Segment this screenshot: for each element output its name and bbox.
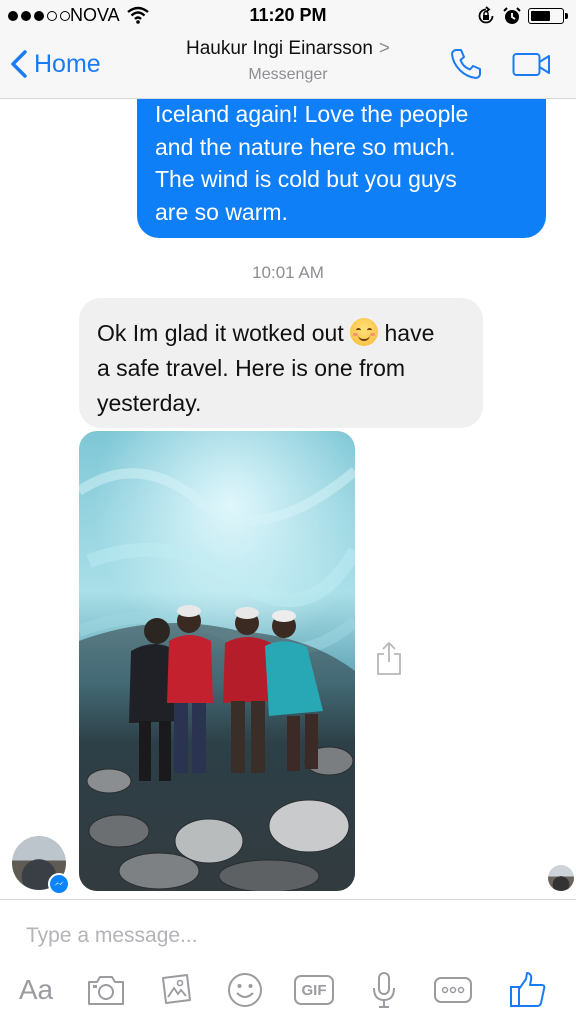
video-call-icon[interactable] (512, 52, 552, 83)
message-line: The wind is cold but you guys (155, 166, 457, 192)
chevron-left-icon (11, 50, 27, 78)
alarm-icon (502, 6, 522, 31)
read-receipt-avatar (548, 865, 574, 891)
camera-icon[interactable] (84, 967, 128, 1013)
messenger-badge-icon (48, 873, 70, 895)
message-text: Ok Im glad it wotked out (97, 320, 351, 346)
incoming-message-bubble[interactable]: Ok Im glad it wotked out have a safe tra… (79, 298, 483, 428)
gif-label: GIF (294, 975, 334, 1005)
battery-icon (528, 8, 568, 24)
photo-attachment[interactable] (79, 431, 355, 891)
share-icon[interactable] (374, 640, 404, 681)
aa-icon[interactable]: Aa (14, 967, 58, 1013)
gif-icon[interactable]: GIF (292, 967, 336, 1013)
message-line: yesterday. (97, 390, 202, 416)
more-icon[interactable] (432, 967, 474, 1013)
message-line: Iceland again! Love the people (155, 101, 469, 127)
thumbs-up-icon[interactable] (506, 967, 550, 1013)
gallery-icon[interactable] (156, 967, 196, 1013)
message-input[interactable] (26, 920, 546, 952)
message-composer: Aa GIF (0, 899, 576, 1025)
status-bar: NOVA 11:20 PM (0, 0, 576, 32)
conversation-title[interactable]: Haukur Ingi Einarsson > Messenger (150, 38, 426, 84)
message-line: are so warm. (155, 198, 288, 225)
phone-call-icon[interactable] (448, 46, 484, 87)
emoji-icon[interactable] (224, 967, 266, 1013)
message-line: and the nature here so much. (155, 133, 456, 160)
back-label: Home (34, 49, 101, 78)
conversation-subtitle: Messenger (248, 66, 328, 83)
smiling-face-emoji-icon (350, 318, 379, 346)
chevron-right-icon: > (378, 38, 391, 59)
message-line: a safe travel. Here is one from (97, 355, 406, 381)
ice-cave-photo (79, 431, 355, 891)
message-timestamp: 10:01 AM (252, 263, 324, 282)
microphone-icon[interactable] (364, 967, 404, 1013)
back-button[interactable]: Home (10, 44, 101, 84)
rotation-lock-icon (476, 6, 496, 31)
contact-name: Haukur Ingi Einarsson (185, 38, 373, 59)
top-bar: NOVA 11:20 PM Home Haukur Ingi Einarsson… (0, 0, 576, 99)
message-text: have (378, 320, 435, 346)
